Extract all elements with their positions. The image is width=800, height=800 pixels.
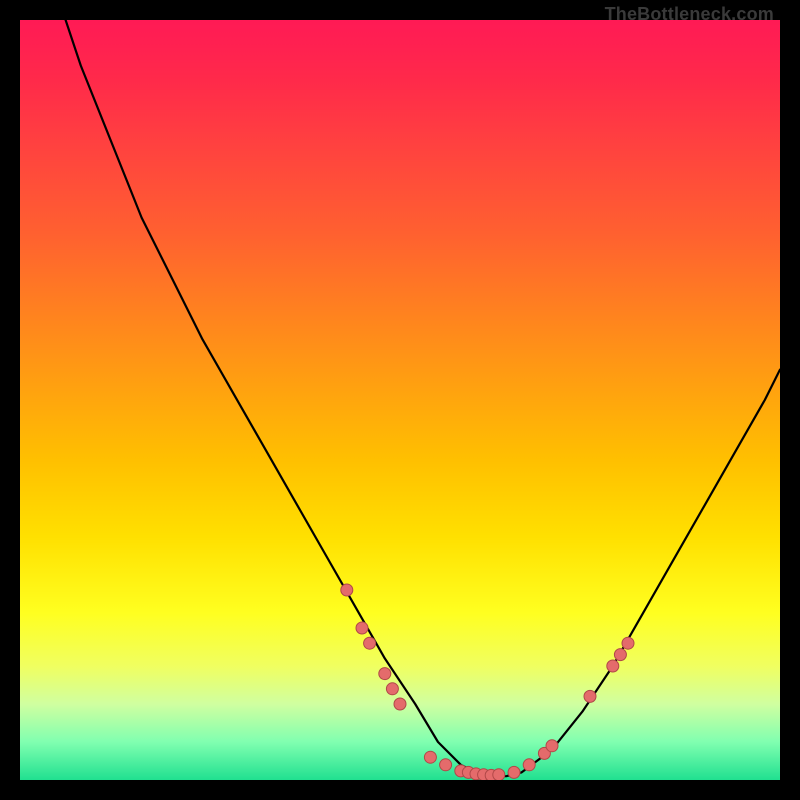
highlight-dot — [386, 683, 398, 695]
highlight-dot — [341, 584, 353, 596]
highlight-dot — [379, 668, 391, 680]
highlight-dot — [493, 769, 505, 780]
curve-layer — [20, 20, 780, 780]
highlight-dot — [546, 740, 558, 752]
highlight-dot — [356, 622, 368, 634]
highlight-dot — [424, 751, 436, 763]
highlight-dot — [614, 649, 626, 661]
chart-frame: TheBottleneck.com — [0, 0, 800, 800]
highlight-dots — [341, 584, 634, 780]
highlight-dot — [584, 690, 596, 702]
highlight-dot — [622, 637, 634, 649]
bottleneck-curve — [20, 20, 780, 776]
highlight-dot — [523, 759, 535, 771]
highlight-dot — [394, 698, 406, 710]
plot-area — [20, 20, 780, 780]
highlight-dot — [508, 766, 520, 778]
highlight-dot — [364, 637, 376, 649]
highlight-dot — [440, 759, 452, 771]
highlight-dot — [607, 660, 619, 672]
